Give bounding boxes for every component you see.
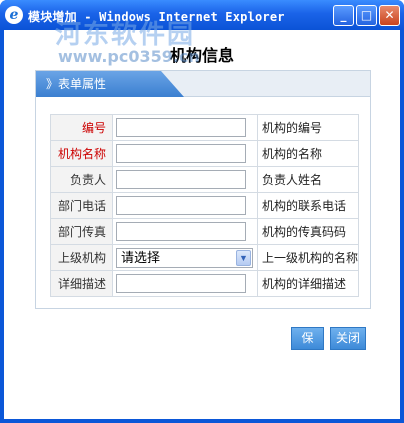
form-row: 负责人 负责人姓名 xyxy=(50,166,360,193)
field-label: 部门传真 xyxy=(50,218,113,245)
close-button[interactable]: 关闭 xyxy=(330,327,366,350)
form-row: 部门传真 机构的传真码码 xyxy=(50,218,360,245)
panel-tab: 》表单属性 xyxy=(36,71,184,97)
phone-input[interactable] xyxy=(116,196,246,215)
field-desc: 机构的联系电话 xyxy=(256,192,360,219)
field-label: 机构名称 xyxy=(50,140,113,167)
watermark-text: 河东软件园 xyxy=(55,20,196,50)
form-row: 机构名称 机构的名称 xyxy=(50,140,360,167)
form-row: 部门电话 机构的联系电话 xyxy=(50,192,360,219)
manager-input[interactable] xyxy=(116,170,246,189)
field-label: 详细描述 xyxy=(50,270,113,297)
org-name-input[interactable] xyxy=(116,144,246,163)
field-desc: 机构的详细描述 xyxy=(256,270,360,297)
ie-window: e 模块增加 - Windows Internet Explorer _ □ ✕… xyxy=(0,0,404,423)
form-row: 编号 机构的编号 xyxy=(50,114,360,141)
field-desc: 机构的编号 xyxy=(256,114,360,141)
ie-icon: e xyxy=(5,6,23,24)
description-input[interactable] xyxy=(116,274,246,293)
parent-org-select[interactable]: 请选择 ▼ xyxy=(116,247,253,268)
panel-header: 》表单属性 xyxy=(36,71,370,97)
minimize-button[interactable]: _ xyxy=(333,5,354,26)
form-row: 详细描述 机构的详细描述 xyxy=(50,270,360,297)
close-window-button[interactable]: ✕ xyxy=(379,5,400,26)
form-panel: 》表单属性 编号 机构的编号 机构名称 机构的名称 负责人 负责人姓名 部门电话… xyxy=(35,70,371,309)
maximize-button[interactable]: □ xyxy=(356,5,377,26)
field-label: 上级机构 xyxy=(50,244,113,271)
field-label: 编号 xyxy=(50,114,113,141)
field-desc: 机构的名称 xyxy=(256,140,360,167)
field-desc: 负责人姓名 xyxy=(256,166,360,193)
watermark-url: www.pc0359.cn xyxy=(58,47,200,66)
form-row: 上级机构 请选择 ▼ 上一级机构的名称 xyxy=(50,244,360,271)
form-table: 编号 机构的编号 机构名称 机构的名称 负责人 负责人姓名 部门电话 机构的联系… xyxy=(50,114,360,297)
field-label: 部门电话 xyxy=(50,192,113,219)
chevron-down-icon[interactable]: ▼ xyxy=(236,249,251,266)
field-desc: 上一级机构的名称 xyxy=(256,244,360,271)
save-button[interactable]: 保存 xyxy=(291,327,324,366)
window-bottom-border xyxy=(0,419,404,423)
select-value: 请选择 xyxy=(121,249,161,265)
page-content: 机构信息 》表单属性 编号 机构的编号 机构名称 机构的名称 负责人 负责人姓名… xyxy=(4,30,400,419)
code-input[interactable] xyxy=(116,118,246,137)
field-desc: 机构的传真码码 xyxy=(256,218,360,245)
fax-input[interactable] xyxy=(116,222,246,241)
field-label: 负责人 xyxy=(50,166,113,193)
